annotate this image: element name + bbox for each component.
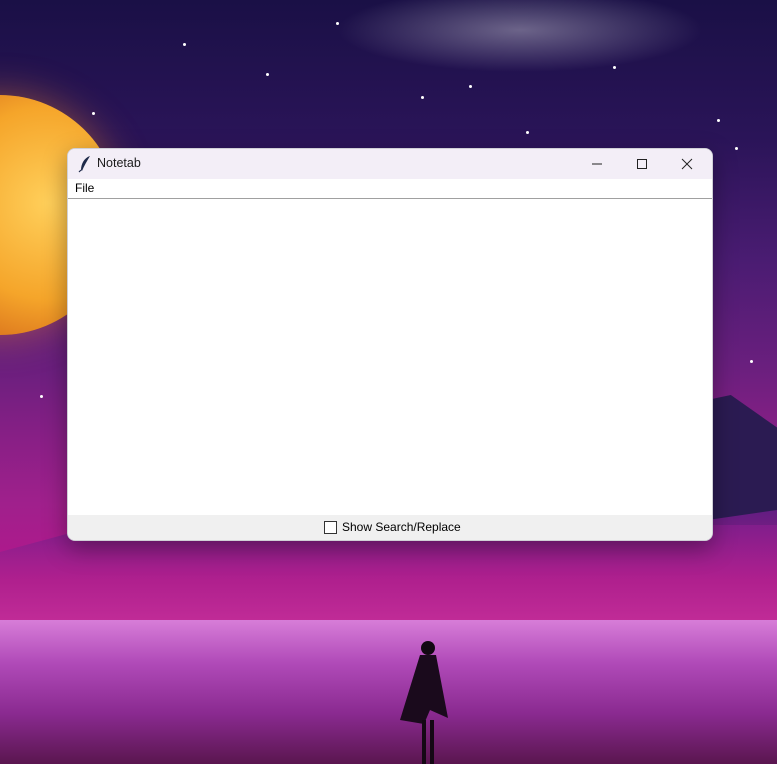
feather-quill-icon [78, 156, 90, 173]
star [526, 131, 529, 134]
minimize-button[interactable] [575, 149, 620, 179]
star [40, 395, 43, 398]
maximize-icon [637, 159, 647, 169]
star [421, 96, 424, 99]
star [336, 22, 339, 25]
show-search-replace-label[interactable]: Show Search/Replace [342, 520, 461, 534]
star [613, 66, 616, 69]
notetab-window: Notetab File Show Search/Replace [67, 148, 713, 541]
star [469, 85, 472, 88]
menu-bar: File [68, 179, 712, 199]
star [735, 147, 738, 150]
star [92, 112, 95, 115]
show-search-replace-checkbox[interactable] [324, 521, 337, 534]
minimize-icon [592, 163, 602, 165]
window-title: Notetab [97, 156, 141, 170]
search-replace-bar: Show Search/Replace [68, 515, 712, 540]
maximize-button[interactable] [620, 149, 665, 179]
close-icon [681, 158, 693, 170]
title-bar[interactable]: Notetab [68, 149, 712, 179]
wallpaper-figure [400, 641, 448, 764]
star [750, 360, 753, 363]
desktop-wallpaper: Notetab File Show Search/Replace [0, 0, 777, 764]
wallpaper-lake [0, 620, 777, 764]
star [183, 43, 186, 46]
close-button[interactable] [665, 149, 710, 179]
star [266, 73, 269, 76]
text-editor[interactable] [68, 199, 712, 514]
menu-item-file[interactable]: File [75, 181, 94, 195]
star [717, 119, 720, 122]
